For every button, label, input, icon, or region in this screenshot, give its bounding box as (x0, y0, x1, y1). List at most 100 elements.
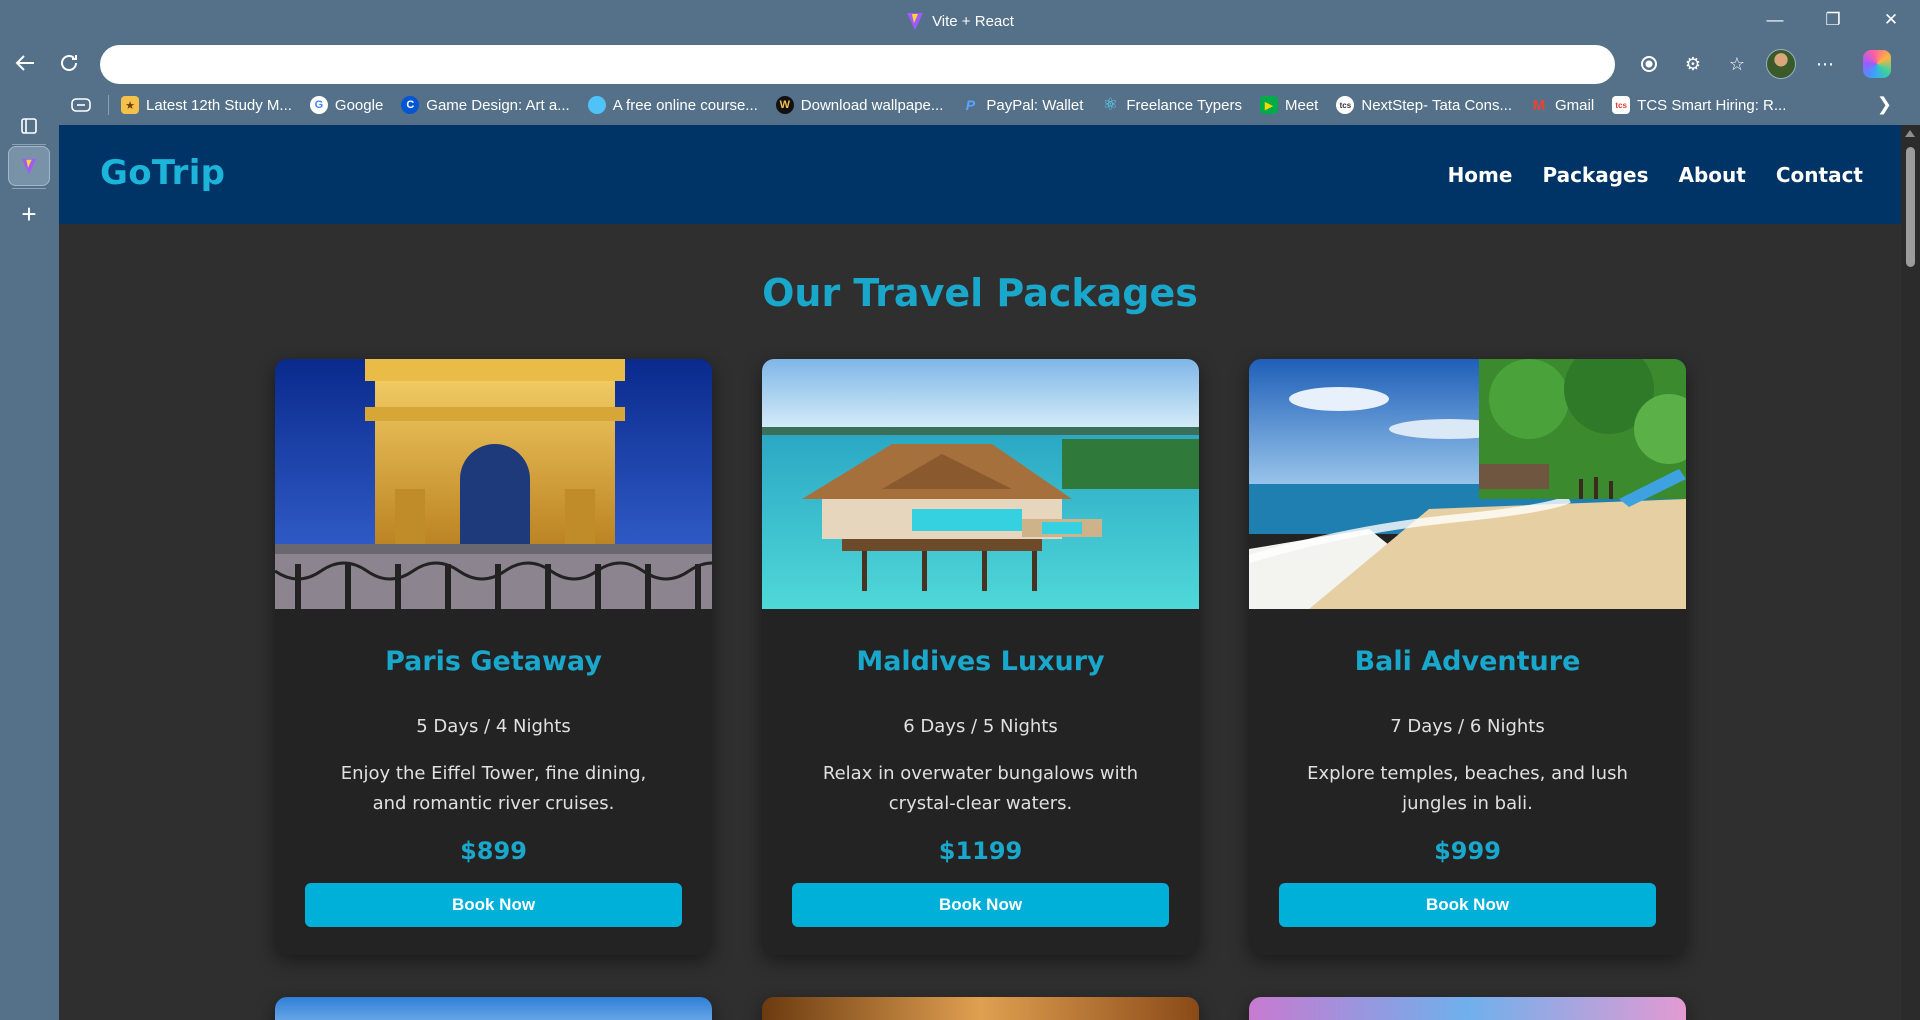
bookmark-item[interactable]: ▶ Meet (1260, 96, 1318, 114)
bookmark-item[interactable]: ★ Latest 12th Study M... (121, 96, 292, 114)
refresh-button[interactable] (52, 46, 86, 80)
new-tab-button[interactable]: + (8, 194, 50, 234)
ellipsis-icon: ⋯ (1816, 53, 1834, 74)
restore-button[interactable]: ❐ (1804, 0, 1862, 40)
back-button[interactable] (8, 46, 42, 80)
bookmark-item[interactable]: C Game Design: Art a... (401, 96, 570, 114)
site-logo[interactable]: GoTrip (100, 153, 225, 193)
nav-link-packages[interactable]: Packages (1542, 163, 1648, 187)
tab-vite-react[interactable] (8, 146, 50, 186)
tab-actions-button[interactable] (8, 106, 50, 146)
profile-button[interactable] (1762, 46, 1800, 82)
scrollbar-thumb[interactable] (1906, 147, 1915, 267)
back-arrow-icon (15, 55, 34, 71)
bookmarks-bar: ★ Latest 12th Study M... G Google C Game De… (0, 88, 1920, 122)
bookmark-item[interactable]: A free online course... (587, 96, 758, 114)
reading-list-button[interactable] (64, 98, 98, 112)
refresh-icon (61, 55, 77, 71)
package-title: Paris Getaway (385, 646, 602, 677)
package-image-bali (1249, 359, 1686, 609)
bookmark-label: A free online course... (612, 96, 758, 114)
nav-link-about[interactable]: About (1679, 163, 1746, 187)
puzzle-icon: ⚙ (1684, 53, 1702, 74)
package-duration: 7 Days / 6 Nights (1390, 716, 1545, 737)
title-bar: Vite + React — ❐ ✕ (0, 0, 1920, 42)
bookmark-label: Meet (1285, 96, 1319, 114)
bookmark-item[interactable]: tcs TCS Smart Hiring: R... (1612, 96, 1786, 114)
address-bar[interactable] (100, 45, 1615, 84)
package-card: Bali Adventure 7 Days / 6 Nights Explore… (1249, 359, 1686, 955)
package-description: Enjoy the Eiffel Tower, fine dining, and… (340, 763, 647, 814)
reading-mode-icon (71, 98, 91, 112)
extensions-button[interactable]: ⚙ (1674, 46, 1712, 82)
book-now-button[interactable]: Book Now (305, 883, 682, 927)
copilot-icon (1863, 50, 1891, 78)
bookmark-item[interactable]: G Google (309, 96, 384, 114)
bookmarks-overflow-chevron-icon[interactable]: ❯ (1877, 94, 1892, 115)
avatar (1766, 49, 1796, 79)
bookmark-label: Download wallpape... (800, 96, 944, 114)
course-favicon-icon (587, 96, 606, 114)
vite-logo-icon (907, 13, 924, 30)
package-duration: 6 Days / 5 Nights (903, 716, 1058, 737)
coursera-favicon-icon: C (401, 96, 420, 114)
bookmark-item[interactable]: W Download wallpape... (775, 96, 944, 114)
package-price: $899 (460, 837, 527, 865)
bookmark-label: Game Design: Art a... (426, 96, 570, 114)
nav-link-contact[interactable]: Contact (1776, 163, 1863, 187)
package-image-paris (275, 359, 712, 609)
bookmark-label: NextStep- Tata Cons... (1361, 96, 1512, 114)
package-card (275, 997, 712, 1020)
package-card: Maldives Luxury 6 Days / 5 Nights Relax … (762, 359, 1199, 955)
vertical-tabs-sidebar: + (0, 96, 58, 1020)
bookmark-item[interactable]: P PayPal: Wallet (961, 96, 1084, 114)
package-title: Maldives Luxury (856, 646, 1105, 677)
section-title: Our Travel Packages (762, 271, 1198, 315)
book-now-button[interactable]: Book Now (1279, 883, 1656, 927)
bookmark-label: Google (334, 96, 384, 114)
page-scrollbar[interactable] (1901, 125, 1920, 1020)
paypal-favicon-icon: P (965, 97, 976, 113)
package-card (1249, 997, 1686, 1020)
package-image (1249, 997, 1686, 1020)
favorites-button[interactable]: ☆ (1718, 46, 1756, 82)
package-card: Paris Getaway 5 Days / 4 Nights Enjoy th… (275, 359, 712, 955)
star-icon: ☆ (1728, 53, 1746, 74)
site-nav: Home Packages About Contact (1448, 163, 1863, 187)
bookmark-item[interactable]: tcs NextStep- Tata Cons... (1336, 96, 1512, 114)
nav-link-home[interactable]: Home (1448, 163, 1513, 187)
react-favicon-icon: ⚛ (1102, 95, 1118, 114)
site-header: GoTrip Home Packages About Contact (59, 125, 1901, 224)
navigation-bar: ⚙ ☆ ⋯ (0, 42, 1920, 86)
copilot-button[interactable] (1858, 46, 1896, 82)
bookmark-label: PayPal: Wallet (986, 96, 1084, 114)
bookmark-label: TCS Smart Hiring: R... (1637, 96, 1787, 114)
scroll-up-arrow-icon[interactable] (1905, 130, 1915, 137)
bookmark-label: Gmail (1555, 96, 1595, 114)
wallpaper-favicon-icon: W (775, 96, 794, 114)
divider (108, 95, 109, 115)
close-window-button[interactable]: ✕ (1862, 0, 1920, 40)
bookmark-item[interactable]: ⚛ Freelance Typers (1101, 95, 1242, 114)
record-button[interactable] (1630, 46, 1668, 82)
meet-favicon-icon: ▶ (1260, 96, 1278, 114)
bookmark-item[interactable]: M Gmail (1530, 96, 1594, 114)
gmail-favicon-icon: M (1532, 96, 1546, 114)
plus-icon: + (21, 198, 37, 229)
more-menu-button[interactable]: ⋯ (1806, 46, 1844, 82)
tcs-hiring-favicon-icon: tcs (1612, 96, 1631, 114)
minimize-button[interactable]: — (1746, 0, 1804, 40)
book-now-button[interactable]: Book Now (792, 883, 1169, 927)
divider (12, 144, 46, 145)
bookmark-label: Latest 12th Study M... (146, 96, 292, 114)
package-image (275, 997, 712, 1020)
package-duration: 5 Days / 4 Nights (416, 716, 571, 737)
google-favicon-icon: G (309, 96, 328, 114)
package-price: $999 (1434, 837, 1501, 865)
window-title: Vite + React (932, 12, 1014, 30)
page-viewport: GoTrip Home Packages About Contact Our T… (59, 125, 1901, 1020)
tab-actions-icon (21, 118, 37, 134)
divider (12, 188, 46, 189)
study-favicon-icon: ★ (121, 96, 139, 114)
package-card (762, 997, 1199, 1020)
